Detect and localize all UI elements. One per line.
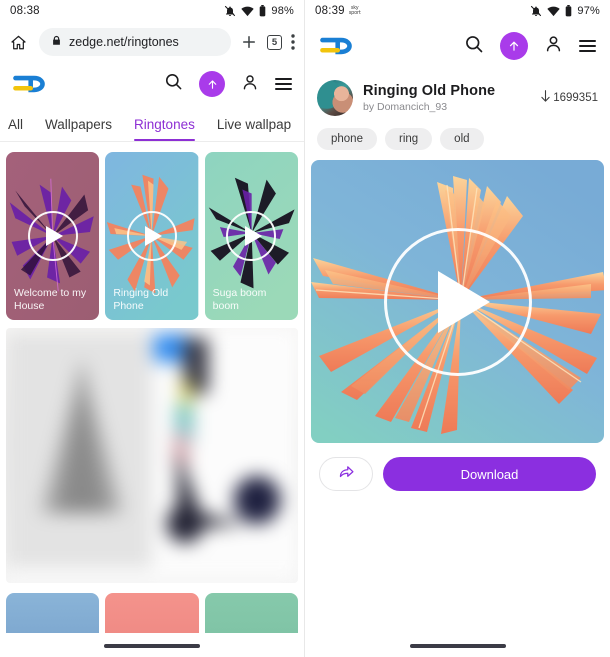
search-icon[interactable] xyxy=(164,72,183,96)
ad-artwork xyxy=(6,328,298,583)
share-icon xyxy=(338,463,355,485)
ringtone-card[interactable]: Welcome to my House xyxy=(6,152,100,320)
download-count: 1699351 xyxy=(540,90,598,106)
nav-handle[interactable] xyxy=(409,644,506,648)
system-nav-bar-right xyxy=(305,635,610,657)
app-bar-actions-right xyxy=(464,32,596,60)
upload-arrow-icon[interactable] xyxy=(199,71,225,97)
status-left-group: 08:38 xyxy=(10,5,40,17)
tag-chip[interactable]: old xyxy=(440,128,484,150)
detail-action-row: Download xyxy=(305,443,610,491)
wifi-icon xyxy=(241,6,255,17)
tab-all[interactable]: All xyxy=(8,117,23,141)
page-title: Ringing Old Phone xyxy=(363,83,496,99)
bottom-card-blue[interactable] xyxy=(6,593,100,633)
upload-arrow-icon[interactable] xyxy=(500,32,528,60)
wifi-icon xyxy=(547,6,561,17)
ringtone-detail-header: Ringing Old Phone by Domancich_93 169935… xyxy=(305,70,610,120)
tag-chip[interactable]: ring xyxy=(384,128,433,150)
tag-row: phone ring old xyxy=(305,120,610,160)
notifications-off-icon xyxy=(224,5,236,17)
kebab-menu-icon[interactable] xyxy=(291,34,295,50)
play-icon[interactable] xyxy=(27,211,78,261)
ringtone-card[interactable]: Suga boom boom xyxy=(204,152,298,320)
tab-wallpapers[interactable]: Wallpapers xyxy=(45,117,112,141)
bottom-card-row xyxy=(0,583,304,633)
app-bar-actions-left xyxy=(164,71,292,97)
person-icon[interactable] xyxy=(544,34,563,58)
battery-percent: 98% xyxy=(271,5,294,17)
download-count-value: 1699351 xyxy=(553,92,598,104)
battery-percent: 97% xyxy=(577,5,600,17)
home-icon[interactable] xyxy=(6,34,30,51)
category-tabs: All Wallpapers Ringtones Live wallpap xyxy=(0,106,304,142)
share-button[interactable] xyxy=(319,457,373,491)
status-right-group: 98% xyxy=(224,5,294,17)
tab-count-button[interactable]: 5 xyxy=(267,34,282,50)
search-icon[interactable] xyxy=(464,34,484,59)
notifications-off-icon xyxy=(530,5,542,17)
right-screen-detail: 08:39 sky sport 97% Ringing Old Phone by… xyxy=(305,0,610,657)
nav-handle[interactable] xyxy=(104,644,200,648)
browser-url-bar: zedge.net/ringtones 5 xyxy=(0,22,304,62)
card-title: Welcome to my House xyxy=(14,287,87,312)
card-title: Suga boom boom xyxy=(212,287,267,312)
tab-ringtones[interactable]: Ringtones xyxy=(134,117,195,141)
person-icon[interactable] xyxy=(241,73,259,96)
author-byline[interactable]: by Domancich_93 xyxy=(363,101,530,113)
zedge-logo[interactable] xyxy=(12,73,46,95)
address-bar[interactable]: zedge.net/ringtones xyxy=(39,28,231,56)
status-clock: 08:38 xyxy=(10,5,40,17)
play-icon[interactable] xyxy=(226,211,277,261)
detail-title-group: Ringing Old Phone by Domancich_93 xyxy=(363,83,530,113)
hamburger-icon[interactable] xyxy=(579,39,596,53)
ringtone-card-grid: Welcome to my House Ringing Old Phone Su… xyxy=(0,142,304,320)
status-bar-left: 08:38 98% xyxy=(0,0,304,22)
left-screen-browser: 08:38 98% zedge.net/ringtones 5 All Wall… xyxy=(0,0,305,657)
status-bar-right: 08:39 sky sport 97% xyxy=(305,0,610,22)
zedge-app-bar-right xyxy=(305,22,610,70)
tag-chip[interactable]: phone xyxy=(317,128,377,150)
bottom-card-green[interactable] xyxy=(204,593,298,633)
plus-icon[interactable] xyxy=(240,33,258,51)
app-indicator-icon: sky sport xyxy=(348,5,361,16)
play-icon[interactable] xyxy=(126,211,177,261)
status-left-group: 08:39 sky sport xyxy=(315,5,361,17)
hamburger-icon[interactable] xyxy=(275,77,292,91)
ringtone-card[interactable]: Ringing Old Phone xyxy=(105,152,199,320)
ringtone-preview[interactable] xyxy=(311,160,604,443)
battery-icon xyxy=(565,5,572,17)
system-nav-bar-left xyxy=(0,635,304,657)
zedge-app-bar-left xyxy=(0,62,304,106)
download-button[interactable]: Download xyxy=(383,457,596,491)
tab-live-wallpapers[interactable]: Live wallpap xyxy=(217,117,291,141)
bottom-card-coral[interactable] xyxy=(105,593,199,633)
status-right-group: 97% xyxy=(530,5,600,17)
avatar[interactable] xyxy=(317,80,353,116)
download-arrow-icon xyxy=(540,90,551,106)
zedge-logo[interactable] xyxy=(319,35,353,57)
dual-screenshot: 08:38 98% zedge.net/ringtones 5 All Wall… xyxy=(0,0,610,657)
card-title: Ringing Old Phone xyxy=(113,287,169,312)
lock-icon xyxy=(51,35,62,49)
play-icon[interactable] xyxy=(383,227,532,376)
battery-icon xyxy=(259,5,266,17)
url-text: zedge.net/ringtones xyxy=(69,35,179,49)
status-clock: 08:39 xyxy=(315,5,345,17)
blurred-ad-banner[interactable] xyxy=(6,328,298,583)
